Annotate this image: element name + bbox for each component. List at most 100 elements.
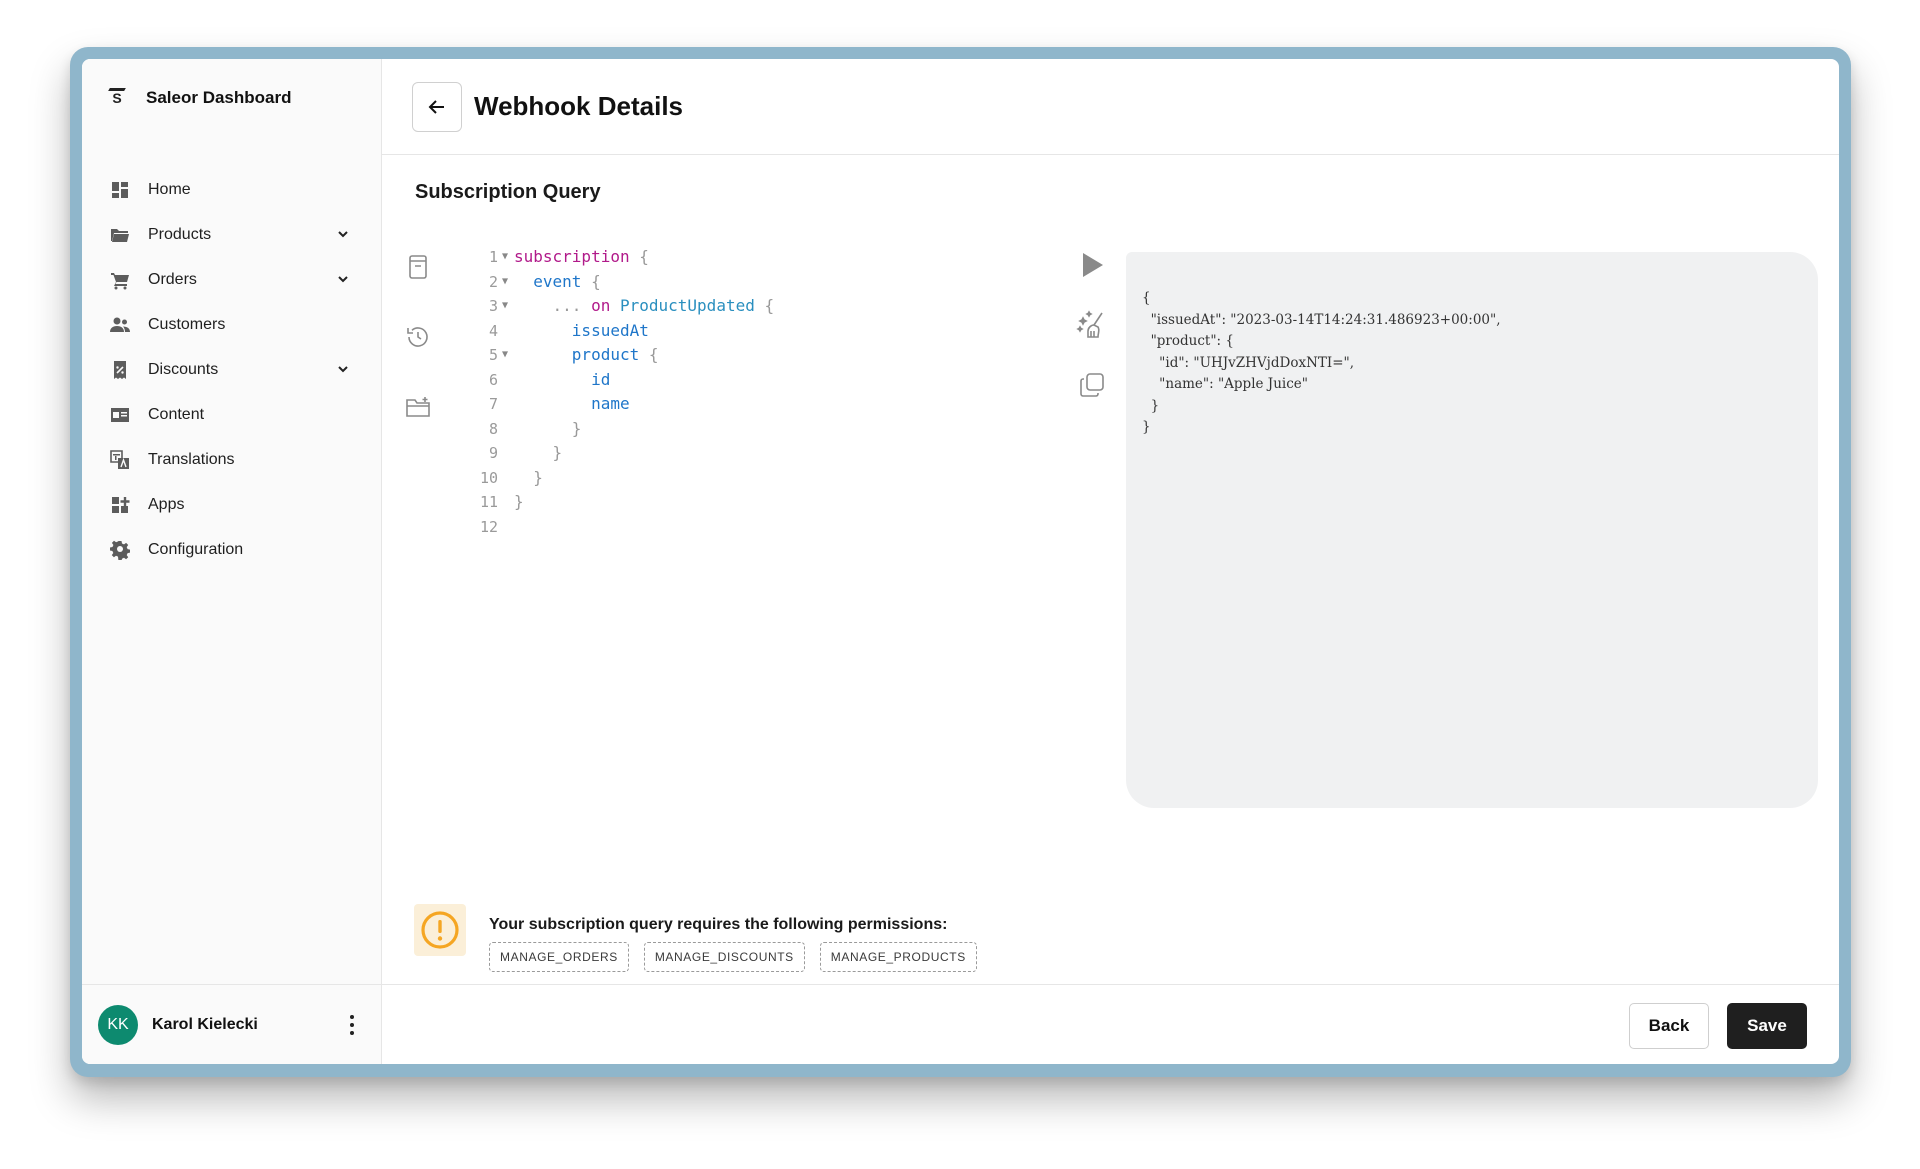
sidebar-item-discounts[interactable]: Discounts [82,347,381,392]
back-button[interactable]: Back [1629,1003,1709,1049]
fold-arrow-icon[interactable]: ▼ [498,245,512,270]
sidebar-item-products[interactable]: Products [82,212,381,257]
arrow-left-icon [428,99,444,114]
fold-arrow-icon[interactable]: ▼ [498,270,512,295]
discount-icon [110,360,130,380]
code-field: name [591,394,630,413]
code-field: id [591,369,611,389]
apps-icon [110,495,130,515]
page-header: Webhook Details [382,59,1839,155]
content-icon [110,405,130,425]
execution-toolbar [1072,245,1116,425]
app-window: S Saleor Dashboard Home Products Orders … [82,59,1839,1064]
code-brace: } [552,443,563,462]
sidebar-item-label: Orders [148,270,197,288]
sidebar-item-label: Content [148,405,205,423]
sidebar-item-translations[interactable]: Translations [82,437,381,482]
code-brace: } [571,418,582,438]
page-title: Webhook Details [474,91,684,121]
line-number: 11 [479,493,498,511]
permission-badge: MANAGE_PRODUCTS [819,942,977,972]
line-number: 7 [488,395,498,413]
prettify-icon[interactable] [1072,305,1112,345]
more-vertical-icon[interactable] [349,1015,355,1035]
line-number: 12 [479,517,498,536]
folder-icon [110,225,130,245]
sidebar-item-configuration[interactable]: Configuration [82,527,381,572]
line-number: 6 [488,370,498,389]
user-name: Karol Kielecki [152,1015,258,1033]
chevron-down-icon[interactable] [335,361,351,377]
docs-icon[interactable] [402,251,434,283]
code-brace: { [648,345,659,364]
code-line: 4 issuedAt [462,319,774,344]
code-line: 5 ▼ product { [462,343,774,368]
chevron-down-icon[interactable] [335,226,351,242]
code-line: 10 } [462,466,774,491]
sidebar-item-label: Translations [148,450,235,468]
sidebar-item-label: Home [148,180,191,198]
code-line: 12 [462,515,774,540]
sidebar-item-label: Apps [148,495,185,513]
copy-icon[interactable] [1072,365,1112,405]
warning-icon [414,904,466,956]
sidebar-item-home[interactable]: Home [82,167,381,212]
sidebar-nav: Home Products Orders Customers Discounts… [82,167,381,572]
result-json: { "issuedAt": "2023-03-14T14:24:31.48692… [1142,290,1501,435]
sidebar-item-customers[interactable]: Customers [82,302,381,347]
sidebar: S Saleor Dashboard Home Products Orders … [82,59,382,1064]
people-icon [110,315,130,335]
code-line: 1 ▼ subscription { [462,245,774,270]
code-brace: } [533,467,543,487]
code-field: issuedAt [571,320,649,340]
window-frame: S Saleor Dashboard Home Products Orders … [70,47,1851,1077]
gear-icon [110,540,130,560]
brand[interactable]: S Saleor Dashboard [106,87,292,109]
save-button[interactable]: Save [1727,1003,1807,1049]
user-panel: KK Karol Kielecki [82,984,381,1064]
code-line: 9 } [462,441,774,466]
code-keyword: subscription [514,247,630,266]
editor-toolbar [402,251,442,461]
sidebar-item-label: Customers [148,315,226,333]
sidebar-item-label: Discounts [148,360,219,378]
code-brace: } [514,492,524,511]
permissions-alert: Your subscription query requires the fol… [414,904,1314,974]
section-title: Subscription Query [415,181,601,203]
permission-badge: MANAGE_ORDERS [489,942,629,972]
code-brace: { [639,247,649,266]
translate-icon [110,449,130,470]
line-number: 2 [488,272,498,291]
code-brace: { [591,271,601,291]
line-number: 4 [488,321,498,340]
avatar[interactable]: KK [98,1004,138,1045]
line-number: 8 [488,419,498,438]
back-arrow-button[interactable] [412,81,462,132]
code-line: 11} [462,490,774,515]
app-name: Saleor Dashboard [146,88,292,107]
query-editor[interactable]: 1 ▼ subscription { 2 ▼ event { 3 ▼ ... on Pr… [462,245,774,539]
line-number: 10 [479,468,498,487]
fold-arrow-icon[interactable]: ▼ [498,294,512,319]
saleor-logo-icon: S [106,87,128,109]
result-panel: { "issuedAt": "2023-03-14T14:24:31.48692… [1126,252,1818,808]
code-brace: { [764,296,775,315]
explorer-folder-icon[interactable] [402,391,434,423]
code-line: 3 ▼ ... on ProductUpdated { [462,294,774,319]
line-number: 1 [488,248,498,266]
history-icon[interactable] [402,321,434,353]
sidebar-item-apps[interactable]: Apps [82,482,381,527]
cart-icon [110,270,130,290]
sidebar-item-orders[interactable]: Orders [82,257,381,302]
sidebar-item-label: Configuration [148,540,244,558]
sidebar-item-label: Products [148,225,212,243]
line-number: 9 [488,444,498,462]
fold-arrow-icon[interactable]: ▼ [498,343,512,368]
chevron-down-icon[interactable] [335,271,351,287]
sidebar-item-content[interactable]: Content [82,392,381,437]
savebar: Back Save [382,984,1839,1064]
home-icon [110,180,130,200]
code-line: 8 } [462,417,774,442]
permission-badge: MANAGE_DISCOUNTS [643,942,805,972]
play-icon[interactable] [1072,245,1112,285]
